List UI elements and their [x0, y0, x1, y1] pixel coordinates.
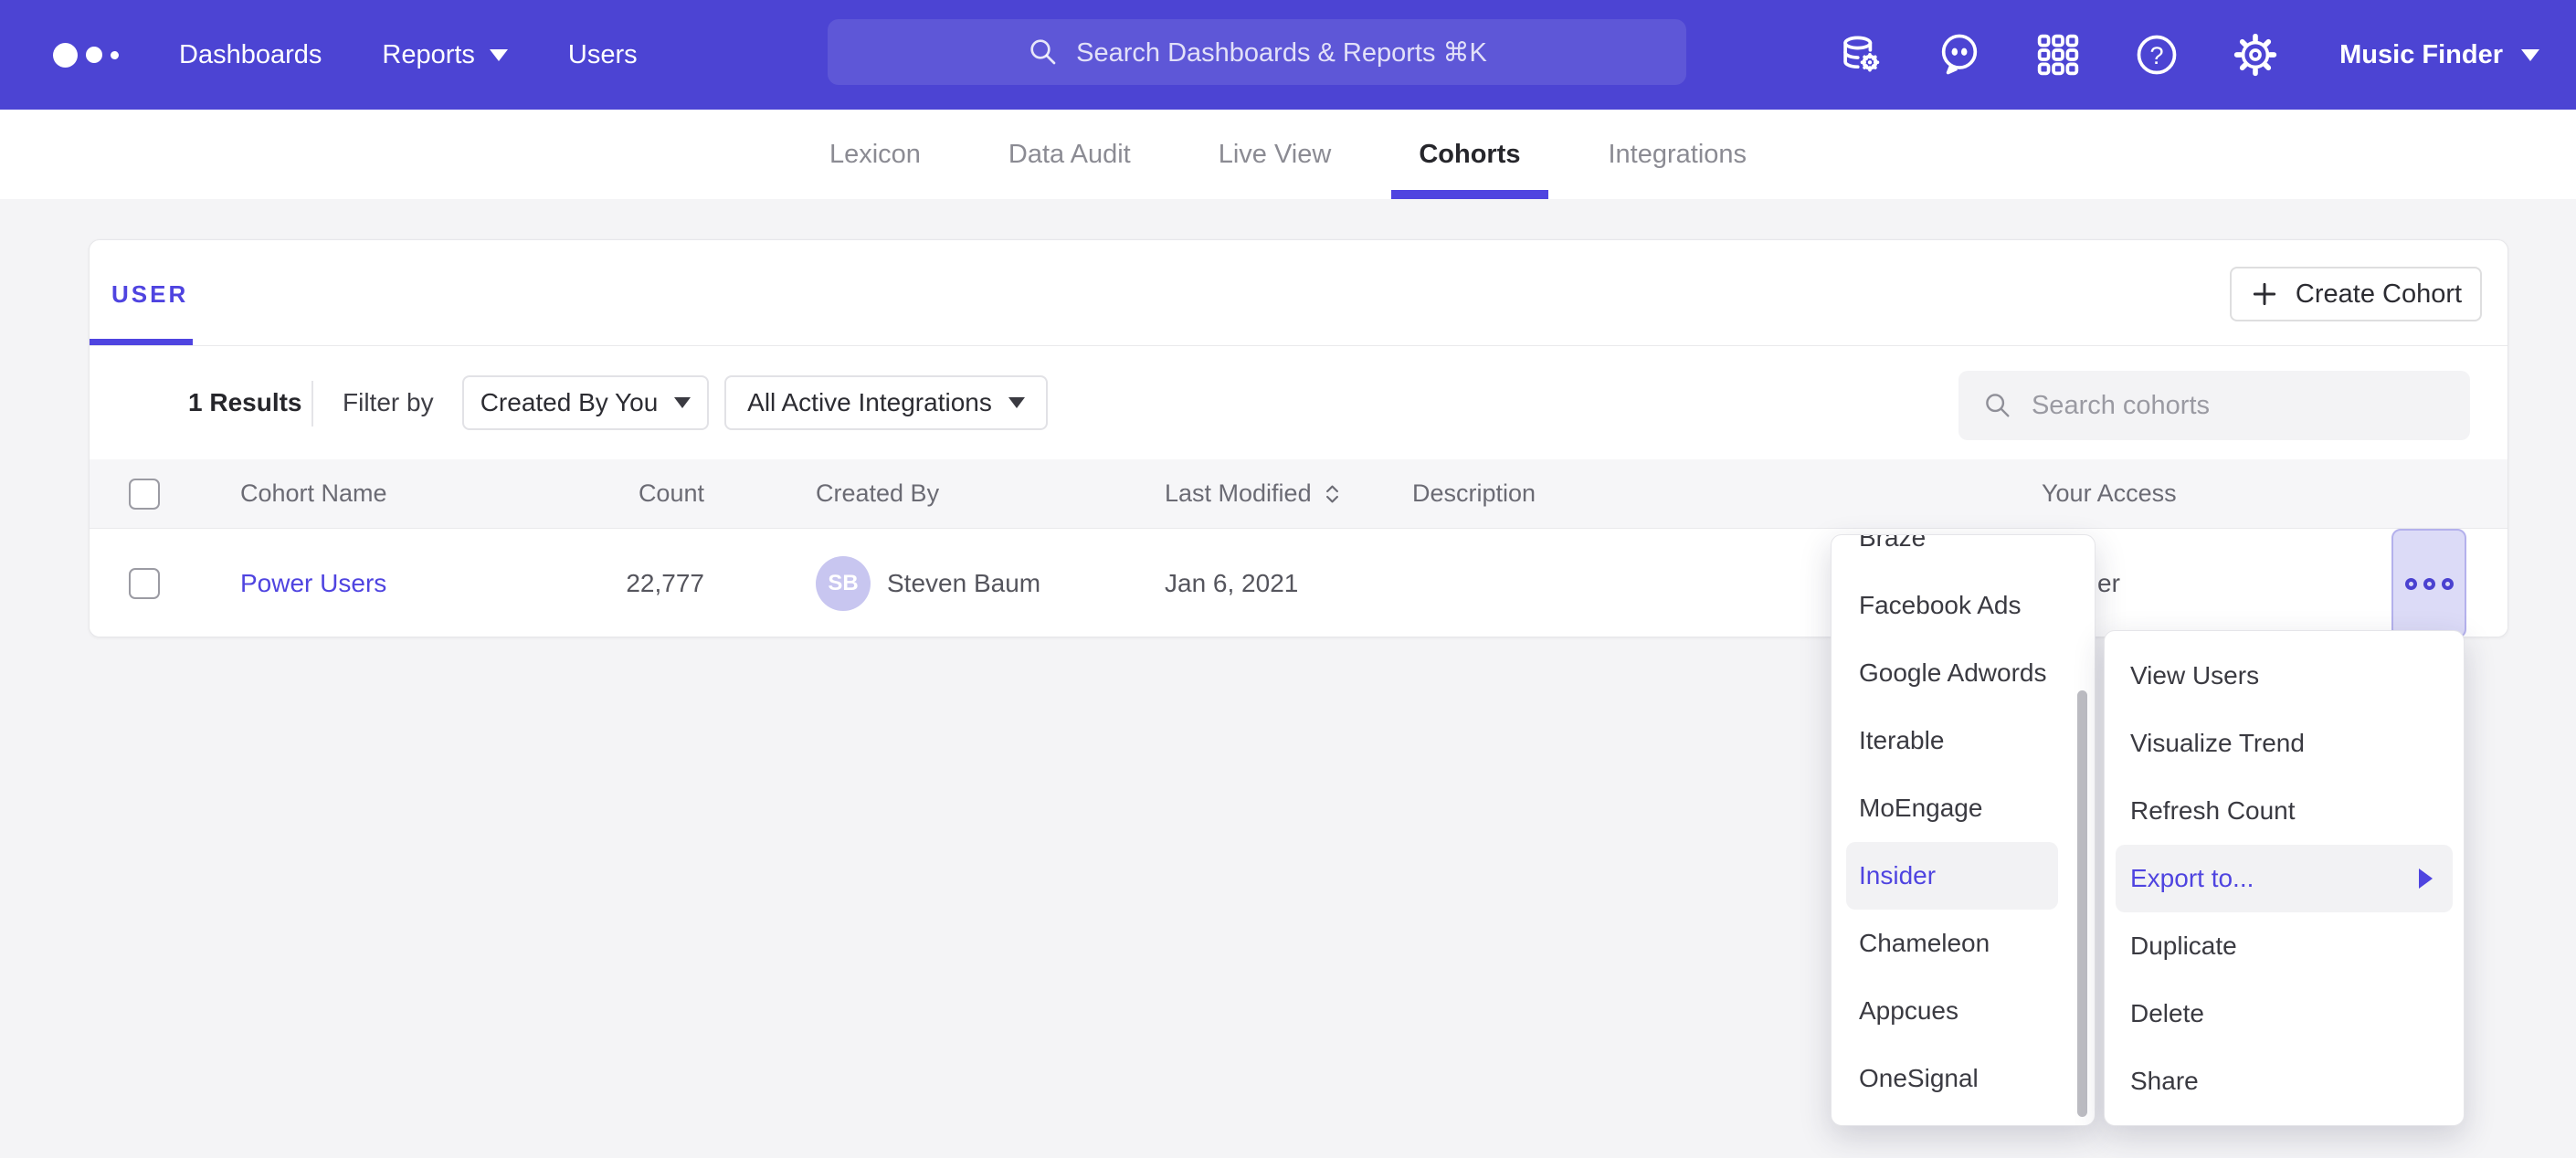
menu-item-chameleon[interactable]: Chameleon	[1832, 910, 2095, 977]
results-count: 1 Results	[188, 346, 302, 459]
filter-bar: 1 Results Filter by Created By You All A…	[90, 346, 2507, 459]
cohort-search-input[interactable]	[2032, 391, 2446, 421]
cohort-name-link[interactable]: Power Users	[240, 569, 386, 598]
chevron-down-icon	[674, 397, 691, 408]
nav-dashboards[interactable]: Dashboards	[179, 40, 322, 70]
cohort-count: 22,777	[476, 529, 704, 637]
nav-users[interactable]: Users	[568, 40, 638, 70]
last-modified-date: Jan 6, 2021	[1165, 529, 1298, 637]
column-cohort-name[interactable]: Cohort Name	[240, 459, 387, 528]
row-checkbox[interactable]	[129, 568, 160, 599]
menu-item-google-adwords[interactable]: Google Adwords	[1832, 639, 2095, 707]
sort-icon	[1325, 483, 1340, 505]
tab-integrations[interactable]: Integrations	[1603, 110, 1753, 199]
select-all-checkbox[interactable]	[129, 479, 160, 510]
menu-item-braze[interactable]: Braze	[1832, 534, 2095, 572]
menu-item-view-users[interactable]: View Users	[2105, 642, 2464, 710]
tab-cohorts[interactable]: Cohorts	[1413, 110, 1526, 199]
menu-item-visualize-trend[interactable]: Visualize Trend	[2105, 710, 2464, 777]
tab-data-audit[interactable]: Data Audit	[1003, 110, 1136, 199]
menu-item-insider[interactable]: Insider	[1846, 842, 2058, 910]
create-cohort-button[interactable]: Create Cohort	[2230, 267, 2482, 321]
menu-scrollbar[interactable]	[2077, 690, 2087, 1117]
menu-item-moengage[interactable]: MoEngage	[1832, 774, 2095, 842]
search-icon	[1982, 388, 2013, 423]
top-navbar: Dashboards Reports Users Search Dashboar…	[0, 0, 2576, 110]
help-icon[interactable]: ?	[2133, 31, 2180, 79]
filter-by-label: Filter by	[343, 346, 434, 459]
avatar: SB	[816, 556, 871, 611]
menu-item-export-to[interactable]: Export to...	[2116, 845, 2453, 912]
feedback-icon[interactable]	[1936, 31, 1983, 79]
column-description[interactable]: Description	[1412, 459, 1536, 528]
row-actions-button[interactable]	[2391, 529, 2466, 637]
menu-item-duplicate[interactable]: Duplicate	[2105, 912, 2464, 980]
tab-user-cohorts[interactable]: USER	[111, 280, 188, 309]
menu-item-onesignal[interactable]: OneSignal	[1832, 1045, 2095, 1112]
table-header: Cohort Name Count Created By Last Modifi…	[90, 459, 2507, 529]
tab-lexicon[interactable]: Lexicon	[824, 110, 926, 199]
global-search-input[interactable]: Search Dashboards & Reports ⌘K	[828, 19, 1686, 85]
created-by-filter-dropdown[interactable]: Created By You	[462, 375, 709, 430]
table-row: Power Users 22,777 SB Steven Baum Jan 6,…	[90, 529, 2507, 637]
menu-item-appcues[interactable]: Appcues	[1832, 977, 2095, 1045]
project-switcher[interactable]: Music Finder	[2339, 40, 2539, 70]
mixpanel-logo-icon[interactable]	[53, 43, 119, 68]
created-by-name: Steven Baum	[887, 569, 1040, 598]
divider	[311, 381, 313, 426]
column-last-modified[interactable]: Last Modified	[1165, 459, 1340, 528]
integrations-filter-dropdown[interactable]: All Active Integrations	[724, 375, 1048, 430]
data-management-icon[interactable]	[1837, 31, 1884, 79]
settings-gear-icon[interactable]	[2232, 31, 2279, 79]
submenu-arrow-icon	[2419, 868, 2433, 889]
nav-reports[interactable]: Reports	[382, 40, 508, 70]
search-icon	[1027, 36, 1060, 68]
column-your-access[interactable]: Your Access	[2042, 459, 2177, 528]
menu-item-facebook-ads[interactable]: Facebook Ads	[1832, 572, 2095, 639]
chevron-down-icon	[490, 49, 508, 61]
your-access-value: er	[2097, 529, 2120, 637]
menu-item-share[interactable]: Share	[2105, 1047, 2464, 1115]
column-created-by[interactable]: Created By	[816, 459, 939, 528]
menu-item-refresh-count[interactable]: Refresh Count	[2105, 777, 2464, 845]
tab-live-view[interactable]: Live View	[1213, 110, 1337, 199]
column-count[interactable]: Count	[476, 459, 704, 528]
project-name: Music Finder	[2339, 40, 2503, 70]
menu-item-iterable[interactable]: Iterable	[1832, 707, 2095, 774]
export-targets-menu: Braze Facebook Ads Google Adwords Iterab…	[1831, 534, 2096, 1126]
row-actions-menu: View Users Visualize Trend Refresh Count…	[2104, 630, 2465, 1126]
secondary-nav: Lexicon Data Audit Live View Cohorts Int…	[0, 110, 2576, 199]
svg-text:?: ?	[2150, 41, 2164, 69]
chevron-down-icon	[1008, 397, 1025, 408]
cohort-search	[1958, 371, 2470, 440]
plus-icon	[2250, 279, 2279, 309]
chevron-down-icon	[2521, 49, 2539, 61]
apps-grid-icon[interactable]	[2034, 31, 2082, 79]
cohorts-card: USER Create Cohort 1 Results Filter by C…	[89, 239, 2508, 637]
menu-item-delete[interactable]: Delete	[2105, 980, 2464, 1047]
ellipsis-icon	[2405, 578, 2417, 590]
